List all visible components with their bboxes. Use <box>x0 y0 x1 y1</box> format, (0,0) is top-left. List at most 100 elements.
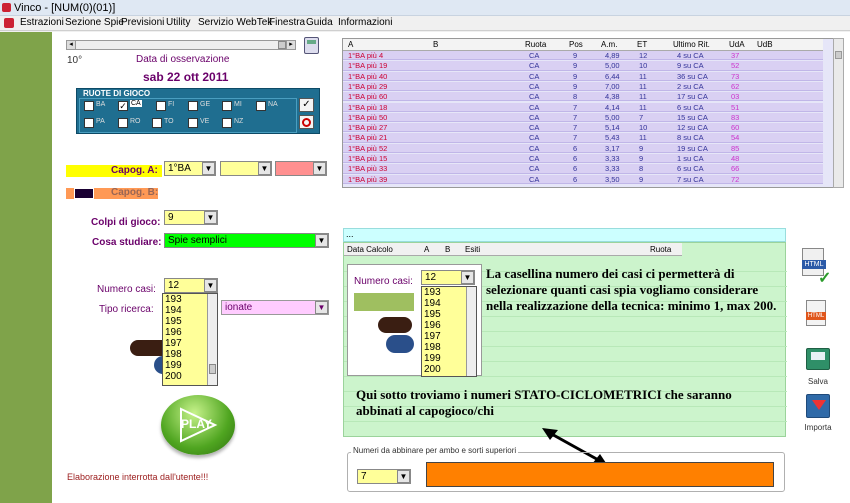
table-row[interactable]: 1°BA più 4 CA 9 4,89 12 4 su CA 37 <box>343 51 823 61</box>
observation-date-title: Data di osservazione <box>136 54 230 65</box>
numeri-abbinare-select[interactable]: 7 ▼ <box>357 469 411 484</box>
capog-a-select-2[interactable]: ▼ <box>220 161 272 176</box>
table-cell: 8 <box>573 92 578 102</box>
tipo-ricerca-value: ionate <box>225 302 253 313</box>
chevron-down-icon: ▼ <box>313 162 326 175</box>
table-cell: 8 <box>639 164 644 174</box>
table-row[interactable]: 1°BA più 60 CA 8 4,38 11 17 su CA 03 <box>343 92 823 102</box>
scroll-right-arrow-icon[interactable]: ▸ <box>286 41 295 49</box>
capog-a-select-3[interactable]: ▼ <box>275 161 327 176</box>
save-button[interactable] <box>806 348 830 370</box>
annotation-bottom: Qui sotto troviamo i numeri STATO-CICLOM… <box>356 387 732 418</box>
ruota-checkbox-pa[interactable] <box>84 118 94 128</box>
menu-guida[interactable]: Guida <box>306 17 333 28</box>
ruota-checkbox-ca[interactable]: ✓ <box>118 101 128 111</box>
table-row[interactable]: 1°BA più 39 CA 6 3,50 9 7 su CA 72 <box>343 174 823 184</box>
menu-servizio-webtek[interactable]: Servizio WebTek <box>198 17 272 28</box>
table-cell: 3,33 <box>605 154 620 163</box>
menu-utility[interactable]: Utility <box>166 17 190 28</box>
th-res-a[interactable]: A <box>424 245 429 254</box>
capog-a-select[interactable]: 1°BA ▼ <box>164 161 216 176</box>
menu-informazioni[interactable]: Informazioni <box>338 17 392 28</box>
table-row[interactable]: 1°BA più 18 CA 7 4,14 11 6 su CA 51 <box>343 102 823 112</box>
table-cell: 51 <box>731 102 740 112</box>
menu-previsioni[interactable]: Previsioni <box>121 17 164 28</box>
ruota-checkbox-ge[interactable] <box>188 101 198 111</box>
html-export-icon[interactable]: HTML ✓ <box>802 248 832 287</box>
list-scrollbar[interactable] <box>207 294 217 385</box>
table-cell: 66 <box>731 164 740 174</box>
table-header: A B Ruota Pos A.m. ET Ultimo Rit. UdA Ud… <box>343 39 823 51</box>
ruota-checkbox-mi[interactable] <box>222 101 232 111</box>
play-icon <box>180 407 218 443</box>
ruota-checkbox-to[interactable] <box>152 118 162 128</box>
th-ultimo-rit[interactable]: Ultimo Rit. <box>673 39 710 51</box>
ruota-label-fi: FI <box>168 101 175 108</box>
th-ruota[interactable]: Ruota <box>525 39 546 51</box>
table-row[interactable]: 1°BA più 50 CA 7 5,00 7 15 su CA 83 <box>343 112 823 123</box>
ruota-checkbox-fi[interactable] <box>156 101 166 111</box>
th-esiti[interactable]: Esiti <box>465 245 480 254</box>
date-scrollbar[interactable]: ◂ ▸ <box>66 40 296 50</box>
calculator-icon[interactable] <box>304 37 319 54</box>
table-cell: 1°BA più 29 <box>348 81 388 91</box>
clear-all-button[interactable] <box>299 115 314 129</box>
table-row[interactable]: 1°BA più 52 CA 6 3,17 9 19 su CA 85 <box>343 143 823 153</box>
th-udb[interactable]: UdB <box>757 39 773 51</box>
numeri-abbinare-legend: Numeri da abbinare per ambo e sorti supe… <box>351 446 519 455</box>
menu-sezione-spie[interactable]: Sezione Spie <box>65 17 124 28</box>
table-cell: 9 <box>573 81 578 91</box>
table-row[interactable]: 1°BA più 29 CA 9 7,00 11 2 su CA 62 <box>343 81 823 92</box>
table-scrollbar[interactable] <box>833 38 844 188</box>
table-row[interactable]: 1°BA più 33 CA 6 3,33 8 6 su CA 66 <box>343 164 823 174</box>
numero-casi-select[interactable]: 12 ▼ <box>164 278 218 293</box>
numero-casi-list[interactable]: 193 194 195 196 197 198 199 200 <box>162 293 218 386</box>
table-cell: 9 su CA <box>677 61 704 71</box>
th-pos[interactable]: Pos <box>569 39 583 51</box>
table-cell: 3,50 <box>605 174 620 184</box>
th-am[interactable]: A.m. <box>601 39 617 51</box>
numeri-output-field[interactable] <box>426 462 774 487</box>
capog-b-toggle[interactable] <box>74 188 94 199</box>
ruota-checkbox-ro[interactable] <box>118 118 128 128</box>
th-data-calcolo[interactable]: Data Calcolo <box>347 245 393 254</box>
ruota-checkbox-ve[interactable] <box>188 118 198 128</box>
table-cell: 3,33 <box>605 164 620 174</box>
colpi-select[interactable]: 9 ▼ <box>164 210 218 225</box>
table-row[interactable]: 1°BA più 21 CA 7 5,43 11 8 su CA 54 <box>343 133 823 143</box>
chevron-down-icon: ▼ <box>315 301 328 314</box>
menu-finestra[interactable]: Finestra <box>269 17 305 28</box>
studiare-select[interactable]: Spie semplici ▼ <box>164 233 329 248</box>
annotation-top: La casellina numero dei casi ci permette… <box>486 266 777 313</box>
results-dots: ... <box>346 229 354 239</box>
table-cell: 10 <box>639 123 648 133</box>
ruota-checkbox-nz[interactable] <box>222 118 232 128</box>
th-uda[interactable]: UdA <box>729 39 745 51</box>
table-row[interactable]: 1°BA più 19 CA 9 5,00 10 9 su CA 52 <box>343 61 823 71</box>
scroll-left-arrow-icon[interactable]: ◂ <box>67 41 76 49</box>
inset-numero-casi-list[interactable]: 193 194 195 196 197 198 199 200 <box>421 286 477 377</box>
inset-numero-casi-select[interactable]: 12 ▼ <box>421 270 475 285</box>
th-et[interactable]: ET <box>637 39 647 51</box>
html-file-icon[interactable]: HTML <box>806 300 830 330</box>
th-res-ruota[interactable]: Ruota <box>650 245 671 254</box>
import-button[interactable] <box>806 394 830 418</box>
ruota-checkbox-ba[interactable] <box>84 101 94 111</box>
menu-app-icon[interactable] <box>4 18 14 28</box>
menu-estrazioni[interactable]: Estrazioni <box>20 17 64 28</box>
select-all-check-button[interactable]: ✓ <box>299 98 314 112</box>
table-cell: CA <box>529 133 540 143</box>
table-row[interactable]: 1°BA più 27 CA 7 5,14 10 12 su CA 60 <box>343 123 823 133</box>
play-button[interactable]: PLAY <box>161 395 235 455</box>
table-row[interactable]: 1°BA più 15 CA 6 3,33 9 1 su CA 48 <box>343 154 823 164</box>
table-cell: 7,00 <box>605 81 620 91</box>
th-b[interactable]: B <box>433 39 438 51</box>
ruota-checkbox-na[interactable] <box>256 101 266 111</box>
tipo-ricerca-select[interactable]: ionate ▼ <box>221 300 329 315</box>
th-res-b[interactable]: B <box>445 245 450 254</box>
table-row[interactable]: 1°BA più 40 CA 9 6,44 11 36 su CA 73 <box>343 71 823 81</box>
scroll-thumb[interactable] <box>278 41 286 49</box>
table-cell: 7 <box>573 123 578 133</box>
th-a[interactable]: A <box>348 39 353 51</box>
table-cell: 37 <box>731 51 740 60</box>
